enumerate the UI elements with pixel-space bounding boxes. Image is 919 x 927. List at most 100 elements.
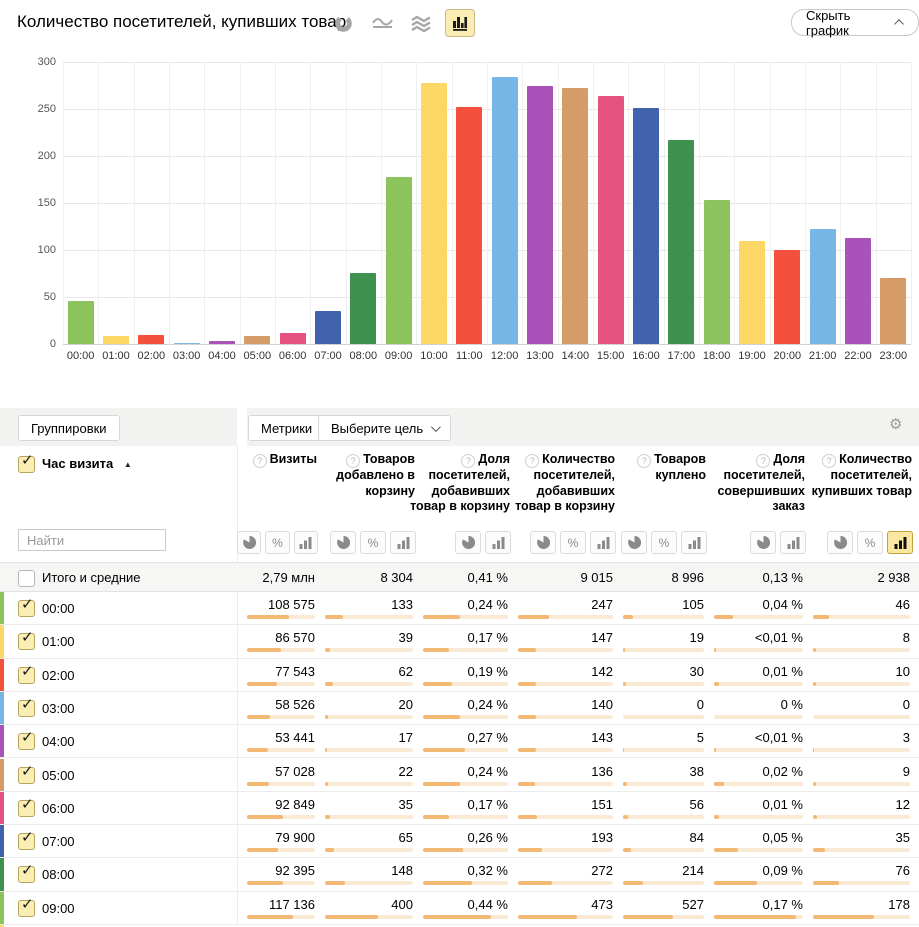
groupings-button[interactable]: Группировки (18, 415, 120, 441)
search-input[interactable] (18, 529, 166, 551)
pie-chart-toggle[interactable] (237, 531, 261, 554)
gridline-vertical (840, 62, 841, 344)
column-header-4[interactable]: ?Количество посетителей, добавивших това… (504, 452, 615, 515)
value-bar-fill (518, 815, 537, 819)
stacked-area-chart-icon[interactable] (406, 9, 436, 37)
question-circle-icon[interactable]: ? (525, 454, 539, 468)
question-circle-icon[interactable]: ? (253, 454, 267, 468)
settings-gear-icon[interactable]: ⚙ (889, 417, 902, 432)
bar-08:00[interactable] (350, 273, 376, 344)
value-bar-fill (423, 848, 463, 852)
value-bar-track (714, 881, 803, 885)
bar-06:00[interactable] (280, 333, 306, 344)
select-goal-dropdown[interactable]: Выберите цель (318, 415, 451, 441)
pie-chart-toggle[interactable] (330, 531, 356, 554)
column-header-2[interactable]: ?Товаров добавлено в корзину (311, 452, 415, 499)
bar-21:00[interactable] (810, 229, 836, 344)
question-circle-icon[interactable]: ? (756, 454, 770, 468)
column-header-1[interactable]: ?Визиты (233, 452, 317, 468)
cell-value: 527 (613, 897, 704, 912)
bar-01:00[interactable] (103, 336, 129, 344)
sort-ascending-icon: ▲ (124, 460, 132, 469)
row-checkbox[interactable] (18, 667, 35, 684)
row-checkbox[interactable] (18, 600, 35, 617)
pie-chart-toggle[interactable] (827, 531, 853, 554)
value-bar-fill (247, 648, 281, 652)
pie-chart-toggle[interactable] (750, 531, 776, 554)
cell-value: 56 (613, 797, 704, 812)
bar-07:00[interactable] (315, 311, 341, 344)
value-bar-fill (247, 915, 293, 919)
percent-toggle[interactable]: % (360, 531, 386, 554)
bar-11:00[interactable] (456, 107, 482, 344)
line-chart-icon[interactable] (367, 9, 397, 37)
bar-03:00[interactable] (174, 343, 200, 345)
row-checkbox[interactable] (18, 700, 35, 717)
row-hour-label: 08:00 (42, 867, 75, 882)
row-checkbox[interactable] (18, 900, 35, 917)
percent-toggle[interactable]: % (265, 531, 289, 554)
bar-17:00[interactable] (668, 140, 694, 344)
bar-14:00[interactable] (562, 88, 588, 344)
table-row-03:00: 03:0058 526200,24 %14000 %0 (0, 692, 919, 725)
pie-chart-toggle[interactable] (530, 531, 556, 554)
bar-18:00[interactable] (704, 200, 730, 344)
page-title: Количество посетителей, купивших товар (17, 12, 346, 32)
bar-00:00[interactable] (68, 301, 94, 344)
row-color-strip (0, 592, 4, 624)
row-dimension-sort[interactable]: Час визита ▲ (42, 456, 132, 471)
bar-02:00[interactable] (138, 335, 164, 344)
pie-chart-toggle[interactable] (455, 531, 481, 554)
bar-05:00[interactable] (244, 336, 270, 344)
bar-13:00[interactable] (527, 86, 553, 345)
bar-20:00[interactable] (774, 250, 800, 344)
bar-09:00[interactable] (386, 177, 412, 344)
pie-chart-toggle[interactable] (621, 531, 647, 554)
question-circle-icon[interactable]: ? (822, 454, 836, 468)
row-checkbox[interactable] (18, 800, 35, 817)
row-checkbox[interactable] (18, 733, 35, 750)
cell-value: 143 (508, 730, 613, 745)
percent-toggle[interactable]: % (857, 531, 883, 554)
value-bar-fill (714, 615, 733, 619)
column-header-3[interactable]: ?Доля посетителей, добавивших товар в ко… (409, 452, 510, 515)
totals-checkbox[interactable] (18, 570, 35, 587)
bar-22:00[interactable] (845, 238, 871, 344)
row-checkbox[interactable] (18, 833, 35, 850)
bar-10:00[interactable] (421, 83, 447, 344)
gridline-vertical (275, 62, 276, 344)
value-bar-fill (518, 648, 536, 652)
percent-toggle[interactable]: % (560, 531, 586, 554)
chevron-up-icon (895, 19, 905, 29)
row-checkbox[interactable] (18, 767, 35, 784)
bar-15:00[interactable] (598, 96, 624, 344)
bar-16:00[interactable] (633, 108, 659, 344)
column-header-5[interactable]: ?Товаров куплено (609, 452, 706, 484)
bar-04:00[interactable] (209, 341, 235, 344)
question-circle-icon[interactable]: ? (346, 454, 360, 468)
bar-chart-icon[interactable] (445, 9, 475, 37)
select-all-checkbox[interactable] (18, 456, 35, 473)
totals-value: 9 015 (508, 570, 613, 585)
question-circle-icon[interactable]: ? (637, 454, 651, 468)
percent-toggle[interactable]: % (651, 531, 677, 554)
cell-value: 117 136 (237, 897, 315, 912)
bar-chart-toggle[interactable] (887, 531, 913, 554)
value-bar-track (714, 715, 803, 719)
row-color-strip (0, 892, 4, 924)
gridline-vertical (911, 62, 912, 344)
pie-chart-icon[interactable] (328, 9, 358, 37)
row-checkbox[interactable] (18, 866, 35, 883)
hide-chart-button[interactable]: Скрыть график (791, 9, 919, 36)
column-header-6[interactable]: ?Доля посетителей, совершивших заказ (700, 452, 805, 515)
bar-19:00[interactable] (739, 241, 765, 344)
row-checkbox[interactable] (18, 633, 35, 650)
value-bar-fill (518, 848, 542, 852)
question-circle-icon[interactable]: ? (461, 454, 475, 468)
metrics-button[interactable]: Метрики (248, 415, 325, 441)
value-bar-track (325, 648, 413, 652)
bar-12:00[interactable] (492, 77, 518, 344)
cell-value: 400 (315, 897, 413, 912)
bar-23:00[interactable] (880, 278, 906, 344)
column-header-7[interactable]: ?Количество посетителей, купивших товар (799, 452, 912, 499)
